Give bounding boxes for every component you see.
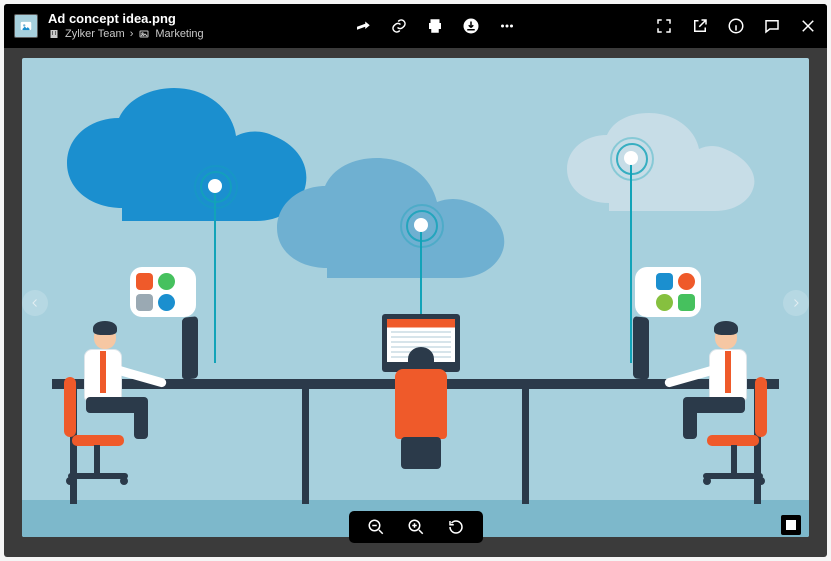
- cloud-node: [208, 179, 222, 193]
- monitor-right: [633, 316, 649, 380]
- cloud-node: [414, 218, 428, 232]
- monitor-left: [182, 316, 198, 380]
- download-icon[interactable]: [462, 17, 480, 35]
- cloud-medium: [277, 153, 517, 283]
- viewer-topbar: Ad concept idea.png Zylker Team › Market…: [4, 4, 827, 48]
- share-icon[interactable]: [354, 17, 372, 35]
- zoom-in-icon[interactable]: [407, 518, 425, 536]
- cloud-connector: [214, 188, 216, 363]
- prev-image-icon[interactable]: [22, 290, 48, 316]
- zoom-out-icon[interactable]: [367, 518, 385, 536]
- viewer-stage: [4, 48, 827, 557]
- fullscreen-icon[interactable]: [655, 17, 673, 35]
- info-icon[interactable]: [727, 17, 745, 35]
- person-right: [651, 321, 751, 441]
- thought-bubble-left: [130, 267, 196, 317]
- team-icon: [48, 28, 60, 40]
- breadcrumb-folder[interactable]: Marketing: [155, 28, 203, 40]
- breadcrumb: Zylker Team › Marketing: [48, 28, 204, 40]
- open-external-icon[interactable]: [691, 17, 709, 35]
- next-image-icon[interactable]: [783, 290, 809, 316]
- link-icon[interactable]: [390, 17, 408, 35]
- image-viewer: Ad concept idea.png Zylker Team › Market…: [4, 4, 827, 557]
- cloud-connector: [630, 160, 632, 363]
- cloud-node: [624, 151, 638, 165]
- breadcrumb-separator: ›: [130, 28, 134, 40]
- person-left: [80, 321, 180, 441]
- folder-icon: [138, 28, 150, 40]
- file-title: Ad concept idea.png: [48, 12, 204, 26]
- reset-icon[interactable]: [447, 518, 465, 536]
- breadcrumb-team[interactable]: Zylker Team: [65, 28, 125, 40]
- person-center: [395, 347, 447, 467]
- comment-icon[interactable]: [763, 17, 781, 35]
- thought-bubble-right: [635, 267, 701, 317]
- close-icon[interactable]: [799, 17, 817, 35]
- image-canvas: [22, 58, 809, 537]
- print-icon[interactable]: [426, 17, 444, 35]
- file-thumbnail: [14, 14, 38, 38]
- stop-slideshow-icon[interactable]: [781, 515, 801, 535]
- cloud-small: [567, 113, 767, 213]
- more-icon[interactable]: [498, 17, 516, 35]
- zoom-toolbar: [349, 511, 483, 543]
